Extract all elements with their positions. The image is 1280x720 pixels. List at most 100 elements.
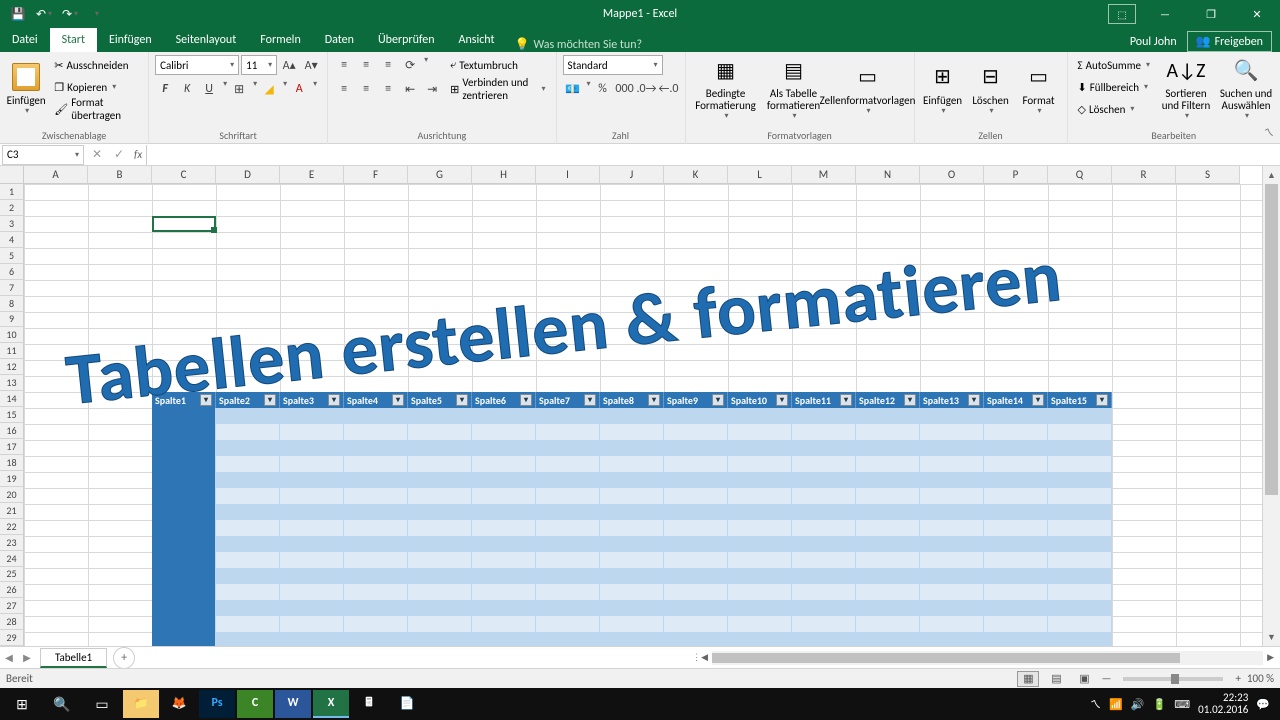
table-cell[interactable] bbox=[920, 520, 984, 536]
table-cell[interactable] bbox=[280, 600, 344, 616]
table-cell[interactable] bbox=[792, 472, 856, 488]
table-cell[interactable] bbox=[1048, 440, 1112, 456]
share-button[interactable]: 👥 Freigeben bbox=[1187, 31, 1272, 52]
wrap-text-button[interactable]: ⤶ Textumbruch bbox=[446, 55, 549, 75]
table-cell[interactable] bbox=[216, 456, 280, 472]
table-cell[interactable] bbox=[472, 488, 536, 504]
table-cell[interactable] bbox=[856, 504, 920, 520]
table-cell[interactable] bbox=[920, 488, 984, 504]
redo-icon[interactable]: ↷▾ bbox=[58, 3, 82, 25]
filter-dropdown-icon[interactable]: ▾ bbox=[200, 394, 212, 406]
table-cell[interactable] bbox=[536, 424, 600, 440]
table-cell[interactable] bbox=[280, 568, 344, 584]
row-header[interactable]: 26 bbox=[0, 582, 24, 598]
align-middle-icon[interactable]: ≡ bbox=[356, 55, 376, 75]
column-header[interactable]: E bbox=[280, 166, 344, 184]
row-header[interactable]: 25 bbox=[0, 567, 24, 583]
table-cell[interactable] bbox=[984, 456, 1048, 472]
table-cell[interactable] bbox=[856, 472, 920, 488]
table-cell[interactable] bbox=[472, 536, 536, 552]
row-header[interactable]: 2 bbox=[0, 200, 24, 216]
grow-font-icon[interactable]: A▴ bbox=[279, 55, 299, 75]
fill-color-button[interactable]: ◢ bbox=[259, 79, 279, 99]
table-cell[interactable] bbox=[280, 488, 344, 504]
table-cell[interactable] bbox=[152, 568, 216, 584]
thousands-icon[interactable]: 000 bbox=[615, 79, 635, 99]
table-cell[interactable] bbox=[664, 600, 728, 616]
table-cell[interactable] bbox=[600, 424, 664, 440]
percent-icon[interactable]: % bbox=[593, 79, 613, 99]
table-cell[interactable] bbox=[216, 440, 280, 456]
name-box[interactable]: C3▾ bbox=[2, 145, 84, 165]
tab-start[interactable]: Start bbox=[50, 28, 97, 52]
tray-notifications-icon[interactable]: 💬 bbox=[1256, 698, 1270, 711]
task-view-icon[interactable]: ▭ bbox=[82, 688, 122, 720]
tab-data[interactable]: Daten bbox=[313, 28, 366, 52]
currency-icon[interactable]: 💶 bbox=[563, 79, 583, 99]
table-cell[interactable] bbox=[344, 520, 408, 536]
undo-icon[interactable]: ↶▾ bbox=[32, 3, 56, 25]
table-cell[interactable] bbox=[920, 536, 984, 552]
sheet-tab[interactable]: Tabelle1 bbox=[40, 648, 107, 668]
table-cell[interactable] bbox=[472, 408, 536, 424]
table-cell[interactable] bbox=[600, 600, 664, 616]
align-top-icon[interactable]: ≡ bbox=[334, 55, 354, 75]
scroll-right-icon[interactable]: ▶ bbox=[1267, 649, 1274, 667]
table-cell[interactable] bbox=[216, 552, 280, 568]
search-icon[interactable]: 🔍 bbox=[42, 688, 82, 720]
table-cell[interactable] bbox=[408, 488, 472, 504]
table-cell[interactable] bbox=[792, 552, 856, 568]
table-cell[interactable] bbox=[600, 488, 664, 504]
table-cell[interactable] bbox=[728, 456, 792, 472]
table-cell[interactable] bbox=[728, 520, 792, 536]
column-header[interactable]: R bbox=[1112, 166, 1176, 184]
zoom-in-button[interactable]: + bbox=[1235, 672, 1240, 685]
shrink-font-icon[interactable]: A▾ bbox=[301, 55, 321, 75]
table-cell[interactable] bbox=[408, 600, 472, 616]
table-cell[interactable] bbox=[1048, 584, 1112, 600]
table-cell[interactable] bbox=[920, 456, 984, 472]
table-cell[interactable] bbox=[792, 440, 856, 456]
table-cell[interactable] bbox=[536, 568, 600, 584]
table-cell[interactable] bbox=[1048, 424, 1112, 440]
table-column-header[interactable]: Spalte4▾ bbox=[344, 392, 408, 408]
table-cell[interactable] bbox=[600, 536, 664, 552]
format-as-table-button[interactable]: ▤Als Tabelle formatieren▾ bbox=[764, 55, 824, 121]
table-column-header[interactable]: Spalte8▾ bbox=[600, 392, 664, 408]
row-header[interactable]: 3 bbox=[0, 216, 24, 232]
tray-battery-icon[interactable]: 🔋 bbox=[1153, 698, 1167, 711]
table-cell[interactable] bbox=[984, 568, 1048, 584]
table-cell[interactable] bbox=[600, 568, 664, 584]
table-column-header[interactable]: Spalte11▾ bbox=[792, 392, 856, 408]
tab-review[interactable]: Überprüfen bbox=[366, 28, 447, 52]
row-header[interactable]: 6 bbox=[0, 264, 24, 280]
table-cell[interactable] bbox=[280, 456, 344, 472]
table-cell[interactable] bbox=[664, 632, 728, 646]
table-cell[interactable] bbox=[152, 552, 216, 568]
table-cell[interactable] bbox=[920, 584, 984, 600]
taskbar-calculator-icon[interactable]: 🖩 bbox=[351, 690, 387, 718]
system-tray[interactable]: ㄟ 📶 🔊 🔋 ⌨ 22:23 01.02.2016 💬 bbox=[1090, 692, 1278, 716]
column-header[interactable]: K bbox=[664, 166, 728, 184]
table-cell[interactable] bbox=[920, 616, 984, 632]
table-cell[interactable] bbox=[664, 616, 728, 632]
horizontal-scrollbar[interactable]: ⋮ ◀ ▶ bbox=[141, 649, 1274, 667]
table-cell[interactable] bbox=[344, 424, 408, 440]
cut-button[interactable]: ✂ Ausschneiden bbox=[50, 55, 142, 75]
table-column-header[interactable]: Spalte12▾ bbox=[856, 392, 920, 408]
align-center-icon[interactable]: ≡ bbox=[356, 79, 376, 99]
table-cell[interactable] bbox=[984, 584, 1048, 600]
table-cell[interactable] bbox=[408, 520, 472, 536]
table-cell[interactable] bbox=[536, 616, 600, 632]
row-header[interactable]: 15 bbox=[0, 407, 24, 423]
table-cell[interactable] bbox=[1048, 616, 1112, 632]
table-cell[interactable] bbox=[664, 408, 728, 424]
table-cell[interactable] bbox=[664, 520, 728, 536]
table-cell[interactable] bbox=[856, 520, 920, 536]
table-cell[interactable] bbox=[728, 424, 792, 440]
table-cell[interactable] bbox=[984, 600, 1048, 616]
table-cell[interactable] bbox=[984, 552, 1048, 568]
table-cell[interactable] bbox=[728, 568, 792, 584]
table-cell[interactable] bbox=[792, 424, 856, 440]
row-header[interactable]: 1 bbox=[0, 184, 24, 200]
